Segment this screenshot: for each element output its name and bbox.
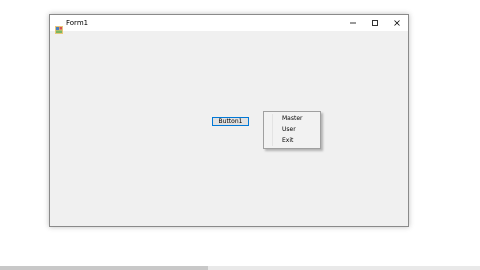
- title-bar[interactable]: Form1: [50, 15, 408, 34]
- close-icon[interactable]: [386, 15, 408, 31]
- menu-item-master[interactable]: Master: [282, 115, 303, 123]
- menu-item-exit[interactable]: Exit: [282, 137, 293, 145]
- context-menu: Master User Exit: [263, 111, 321, 149]
- window-title: Form1: [66, 19, 89, 27]
- form-app-icon[interactable]: [55, 19, 63, 34]
- minimize-icon[interactable]: [342, 15, 364, 31]
- menu-item-user[interactable]: User: [282, 126, 296, 134]
- horizontal-scrollbar[interactable]: [0, 266, 480, 270]
- button1[interactable]: Button1: [212, 117, 249, 126]
- maximize-icon[interactable]: [364, 15, 386, 31]
- scrollbar-thumb[interactable]: [0, 266, 208, 270]
- form1-window: Form1 Button1: [49, 14, 409, 227]
- menu-gutter-divider: [272, 114, 273, 146]
